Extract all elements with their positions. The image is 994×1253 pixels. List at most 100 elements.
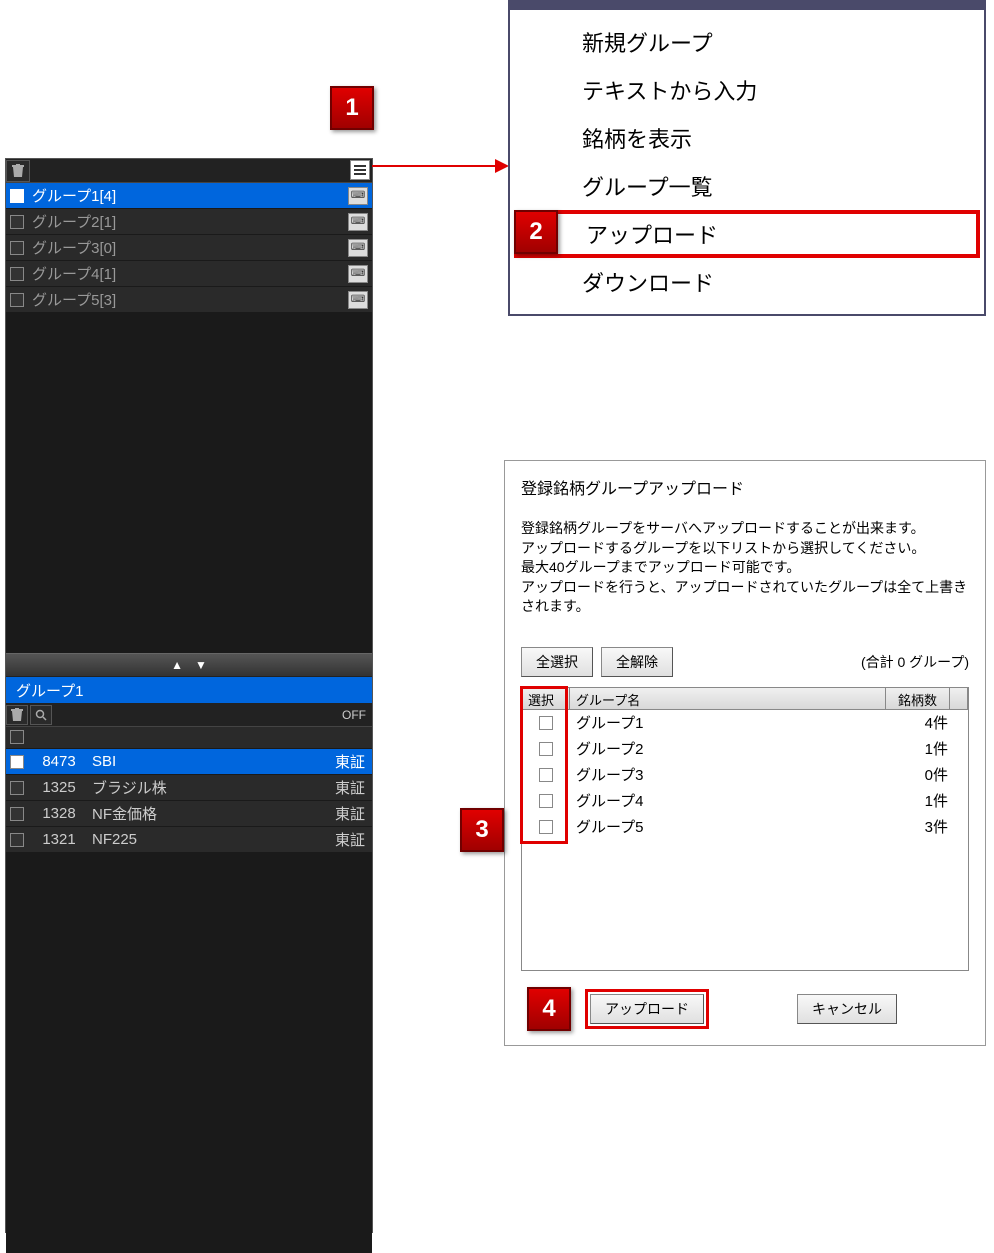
checkbox[interactable] [10,241,24,255]
grid-cell-select [522,788,570,814]
grid-row[interactable]: グループ5 3件 [522,814,968,840]
dialog-text: 登録銘柄グループをサーバへアップロードすることが出来ます。 アップロードするグル… [521,519,969,617]
trash-icon[interactable] [6,160,30,182]
stock-name: NF金価格 [86,803,328,824]
checkbox[interactable] [10,189,24,203]
grid-header-count[interactable]: 銘柄数 [886,688,950,709]
group-panel-header [6,159,372,183]
grid-cell-select [522,710,570,736]
grid-cell-count: 0件 [886,764,968,785]
grid-row[interactable]: グループ3 0件 [522,762,968,788]
checkbox[interactable] [539,794,553,808]
group-label: グループ3[0] [32,237,348,258]
checkbox[interactable] [10,293,24,307]
checkbox[interactable] [10,807,24,821]
menu-item-group-list[interactable]: グループ一覧 [510,162,984,210]
upload-button[interactable]: アップロード [590,994,704,1024]
keyboard-icon[interactable]: ⌨ [348,187,368,205]
stock-name: NF225 [86,831,328,848]
menu-item-new-group[interactable]: 新規グループ [510,18,984,66]
stock-column-header [6,727,372,749]
menu-item-download[interactable]: ダウンロード [510,258,984,306]
upload-button-outline: アップロード [585,989,709,1029]
group-label: グループ4[1] [32,263,348,284]
keyboard-icon[interactable]: ⌨ [348,239,368,257]
group-list: グループ1[4] ⌨ グループ2[1] ⌨ グループ3[0] ⌨ グループ4[1… [6,183,372,313]
grid-header-name[interactable]: グループ名 [570,688,886,709]
stock-row[interactable]: 1321 NF225 東証 [6,827,372,853]
menu-item-text-input[interactable]: テキストから入力 [510,66,984,114]
arrow-annotation [372,165,507,167]
dialog-title: 登録銘柄グループアップロード [521,475,969,499]
grid-cell-name: グループ2 [570,738,886,759]
stock-row[interactable]: 1328 NF金価格 東証 [6,801,372,827]
cancel-button[interactable]: キャンセル [797,994,897,1024]
dialog-footer: 4 アップロード キャンセル [521,987,969,1031]
checkbox[interactable] [10,781,24,795]
keyboard-icon[interactable]: ⌨ [348,213,368,231]
stock-panel-title: グループ1 [6,677,372,703]
stock-code: 8473 [32,753,86,770]
stock-row[interactable]: 8473 SBI 東証 [6,749,372,775]
dialog-text-line: アップロードを行うと、アップロードされていたグループは全て上書きされます。 [521,578,969,617]
deselect-all-button[interactable]: 全解除 [601,647,673,677]
group-grid: 選択 グループ名 銘柄数 グループ1 4件 グループ2 1件 グループ3 0件 [521,687,969,971]
group-row[interactable]: グループ5[3] ⌨ [6,287,372,313]
menu-item-upload[interactable]: アップロード [514,210,980,258]
grid-cell-name: グループ1 [570,712,886,733]
checkbox[interactable] [539,716,553,730]
grid-cell-select [522,762,570,788]
group-row[interactable]: グループ4[1] ⌨ [6,261,372,287]
grid-cell-count: 3件 [886,816,968,837]
group-row[interactable]: グループ3[0] ⌨ [6,235,372,261]
off-label[interactable]: OFF [342,708,366,722]
upload-dialog: 登録銘柄グループアップロード 登録銘柄グループをサーバへアップロードすることが出… [504,460,986,1046]
checkbox[interactable] [10,755,24,769]
checkbox[interactable] [10,215,24,229]
up-arrow-icon[interactable]: ▲ [171,658,183,672]
grid-row[interactable]: グループ4 1件 [522,788,968,814]
grid-header-select[interactable]: 選択 [522,688,570,709]
callout-2: 2 [514,210,558,254]
keyboard-icon[interactable]: ⌨ [348,291,368,309]
stock-market: 東証 [328,803,372,824]
grid-row[interactable]: グループ2 1件 [522,736,968,762]
checkbox[interactable] [539,820,553,834]
dialog-text-line: アップロードするグループを以下リストから選択してください。 [521,539,969,559]
grid-cell-name: グループ4 [570,790,886,811]
checkbox[interactable] [10,267,24,281]
hamburger-menu-icon[interactable] [350,160,370,180]
grid-header: 選択 グループ名 銘柄数 [522,688,968,710]
checkbox[interactable] [539,768,553,782]
grid-cell-name: グループ3 [570,764,886,785]
trash-icon[interactable] [6,705,28,725]
stock-market: 東証 [328,829,372,850]
panel-divider[interactable]: ▲ ▼ [6,653,372,677]
down-arrow-icon[interactable]: ▼ [195,658,207,672]
checkbox[interactable] [10,833,24,847]
dialog-text-line: 登録銘柄グループをサーバへアップロードすることが出来ます。 [521,519,969,539]
checkbox[interactable] [10,730,24,744]
stock-name: ブラジル株 [86,777,328,798]
grid-body: グループ1 4件 グループ2 1件 グループ3 0件 グループ4 1件 グループ… [522,710,968,970]
grid-cell-select [522,736,570,762]
group-label: グループ5[3] [32,289,348,310]
menu-item-show-stocks[interactable]: 銘柄を表示 [510,114,984,162]
stock-toolbar: OFF [6,703,372,727]
grid-row[interactable]: グループ1 4件 [522,710,968,736]
grid-cell-count: 1件 [886,738,968,759]
select-all-button[interactable]: 全選択 [521,647,593,677]
group-row[interactable]: グループ1[4] ⌨ [6,183,372,209]
dialog-buttons: 全選択 全解除 (合計 0 グループ) [521,647,969,677]
search-icon[interactable] [30,705,52,725]
checkbox[interactable] [539,742,553,756]
callout-3: 3 [460,808,504,852]
context-menu: 新規グループ テキストから入力 銘柄を表示 グループ一覧 アップロード ダウンロ… [508,0,986,316]
stock-row[interactable]: 1325 ブラジル株 東証 [6,775,372,801]
dialog-text-line: 最大40グループまでアップロード可能です。 [521,558,969,578]
group-row[interactable]: グループ2[1] ⌨ [6,209,372,235]
stock-market: 東証 [328,777,372,798]
keyboard-icon[interactable]: ⌨ [348,265,368,283]
group-label: グループ2[1] [32,211,348,232]
grid-cell-count: 1件 [886,790,968,811]
